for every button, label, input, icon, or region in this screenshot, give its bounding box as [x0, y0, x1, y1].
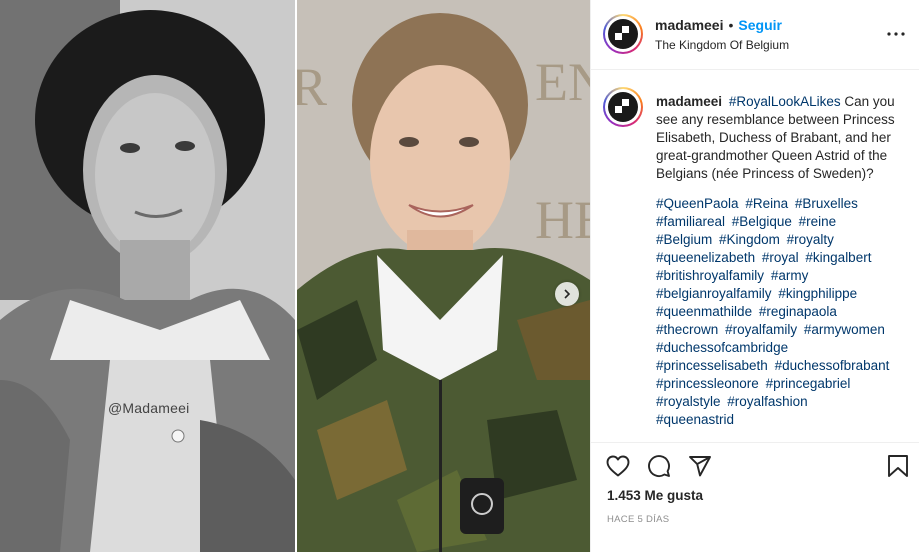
header-username-link[interactable]: madameei [655, 17, 723, 33]
share-button[interactable] [687, 453, 713, 479]
hashtag[interactable]: #thecrown [656, 322, 718, 337]
header-user-row: madameei • Seguir [655, 17, 782, 33]
hashtag[interactable]: #queenelizabeth [656, 250, 755, 265]
comments-area[interactable]: madameei #RoyalLookALikes Can you see an… [591, 71, 919, 442]
hashtag[interactable]: #duchessofbrabant [775, 358, 890, 373]
hashtag[interactable]: #queenmathilde [656, 304, 752, 319]
location-link[interactable]: The Kingdom Of Belgium [655, 38, 789, 52]
post-timestamp[interactable]: HACE 5 DÍAS [607, 514, 669, 525]
caption-username-link[interactable]: madameei [656, 94, 722, 109]
likes-count[interactable]: 1.453 Me gusta [607, 488, 703, 503]
hashtag[interactable]: #Belgique [732, 214, 792, 229]
follow-button[interactable]: Seguir [738, 17, 782, 33]
post-side-panel: madameei • Seguir The Kingdom Of Belgium… [590, 0, 919, 552]
carousel-next-button[interactable] [555, 282, 579, 306]
avatar[interactable] [603, 87, 643, 127]
hashtag[interactable]: #princesselisabeth [656, 358, 768, 373]
hashtag[interactable]: #reginapaola [759, 304, 837, 319]
hashtag[interactable]: #familiareal [656, 214, 725, 229]
hashtag[interactable]: #kingalbert [805, 250, 871, 265]
hashtag[interactable]: #princessleonore [656, 376, 759, 391]
share-icon [689, 456, 711, 477]
hashtag[interactable]: #Belgium [656, 232, 712, 247]
vintage-portrait-illustration [0, 0, 295, 552]
hashtag[interactable]: #princegabriel [766, 376, 851, 391]
hashtag[interactable]: #royalty [787, 232, 834, 247]
modern-portrait-illustration: R EN HET [297, 0, 590, 552]
hashtag[interactable]: #royal [762, 250, 799, 265]
save-button[interactable] [885, 453, 911, 479]
hashtag[interactable]: #queenastrid [656, 412, 734, 427]
hashtag[interactable]: #belgianroyalfamily [656, 286, 772, 301]
svg-text:EN: EN [535, 52, 590, 112]
avatar[interactable] [603, 14, 643, 54]
hashtag[interactable]: #kingphilippe [778, 286, 857, 301]
like-button[interactable] [605, 453, 631, 479]
separator-dot: • [728, 17, 734, 33]
svg-text:R: R [297, 57, 327, 117]
photo-left-vintage-portrait: @Madameei [0, 0, 295, 552]
photo-right-modern-portrait: R EN HET [297, 0, 590, 552]
post-header: madameei • Seguir The Kingdom Of Belgium [591, 0, 919, 70]
hashtag[interactable]: #Bruxelles [795, 196, 858, 211]
chevron-right-icon [564, 289, 571, 299]
more-horizontal-icon [887, 32, 905, 36]
hashtag[interactable]: #britishroyalfamily [656, 268, 764, 283]
caption-lead-hashtag[interactable]: #RoyalLookALikes [729, 94, 841, 109]
comment-button[interactable] [646, 453, 672, 479]
more-options-button[interactable] [885, 24, 907, 44]
comment-icon [648, 455, 670, 478]
hashtag[interactable]: #royalstyle [656, 394, 721, 409]
hashtag[interactable]: #royalfamily [725, 322, 797, 337]
hashtag[interactable]: #duchessofcambridge [656, 340, 788, 355]
heart-icon [606, 455, 630, 477]
bookmark-icon [888, 455, 908, 477]
hashtag[interactable]: #army [771, 268, 809, 283]
hashtag[interactable]: #armywomen [804, 322, 885, 337]
post-actions: 1.453 Me gusta HACE 5 DÍAS [591, 442, 919, 552]
hashtag-list: #QueenPaola #Reina #Bruxelles #familiare… [656, 195, 914, 429]
hashtag[interactable]: #reine [799, 214, 837, 229]
post-caption: madameei #RoyalLookALikes Can you see an… [656, 93, 914, 429]
hashtag[interactable]: #Kingdom [719, 232, 780, 247]
hashtag[interactable]: #Reina [745, 196, 788, 211]
photo-watermark: @Madameei [108, 400, 190, 416]
svg-text:HET: HET [535, 190, 590, 250]
hashtag[interactable]: #royalfashion [727, 394, 807, 409]
post-media[interactable]: @Madameei R EN HET [0, 0, 590, 552]
hashtag[interactable]: #QueenPaola [656, 196, 739, 211]
